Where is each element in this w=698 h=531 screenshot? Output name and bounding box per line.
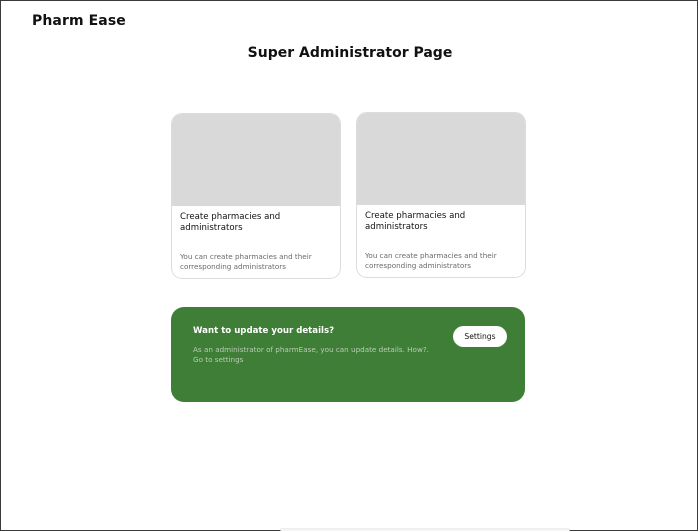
card-title: Create pharmacies and administrators <box>365 211 466 232</box>
create-pharmacy-card[interactable]: Create pharmacies and administrators You… <box>171 113 341 279</box>
banner-text: As an administrator of pharmEase, you ca… <box>193 345 429 364</box>
card-image-placeholder <box>172 114 340 206</box>
card-image-placeholder <box>357 113 525 205</box>
settings-button[interactable]: Settings <box>453 326 507 347</box>
card-description: You can create pharmacies and their corr… <box>365 251 497 270</box>
create-pharmacy-card[interactable]: Create pharmacies and administrators You… <box>356 112 526 278</box>
card-description: You can create pharmacies and their corr… <box>180 252 312 271</box>
card-title: Create pharmacies and administrators <box>180 212 281 233</box>
update-details-banner: Want to update your details? As an admin… <box>171 307 525 402</box>
page-frame: Pharm Ease Super Administrator Page Crea… <box>0 0 698 531</box>
page-title: Super Administrator Page <box>247 45 453 61</box>
brand-logo-text[interactable]: Pharm Ease <box>32 13 126 29</box>
banner-title: Want to update your details? <box>193 326 335 336</box>
